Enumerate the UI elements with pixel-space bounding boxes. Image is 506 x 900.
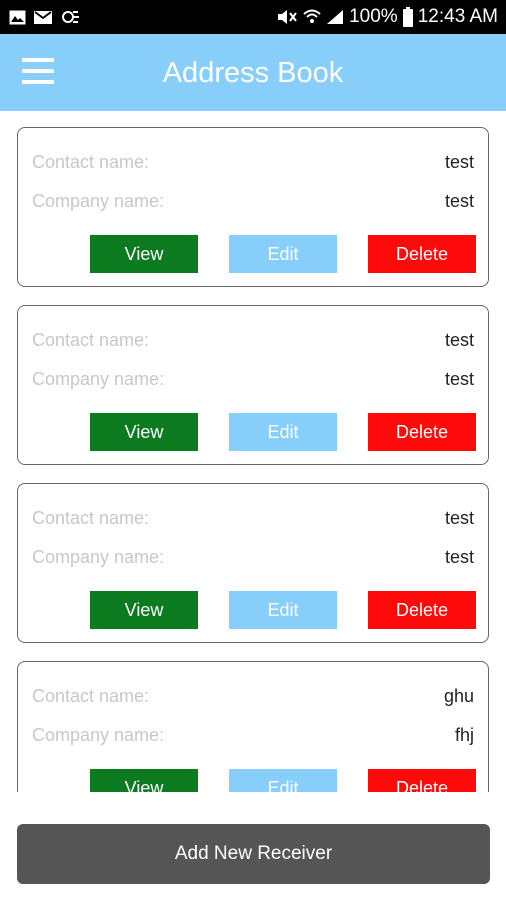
contact-card: Contact name: test Company name: test Vi…	[17, 483, 489, 643]
notification-icons	[9, 8, 80, 26]
signal-icon	[326, 9, 344, 25]
view-button[interactable]: View	[90, 235, 198, 273]
contact-name-value: ghu	[443, 686, 474, 706]
edit-button[interactable]: Edit	[229, 591, 337, 629]
sync-notification-icon	[60, 9, 80, 25]
view-button[interactable]: View	[90, 769, 198, 792]
company-name-row: Company name: fhj	[32, 723, 474, 747]
battery-icon	[402, 7, 413, 27]
delete-button[interactable]: Delete	[368, 769, 476, 792]
contact-card: Contact name: test Company name: test Vi…	[17, 305, 489, 465]
company-name-value: test	[444, 547, 474, 567]
contact-name-row: Contact name: test	[32, 328, 474, 352]
delete-button[interactable]: Delete	[368, 591, 476, 629]
contact-name-label: Contact name:	[32, 686, 150, 706]
clock: 12:43 AM	[417, 6, 498, 27]
contact-name-value: test	[444, 330, 474, 350]
mail-notification-icon	[34, 10, 52, 25]
contact-name-row: Contact name: ghu	[32, 684, 474, 708]
edit-button[interactable]: Edit	[229, 235, 337, 273]
contact-name-row: Contact name: test	[32, 506, 474, 530]
mute-icon	[276, 8, 298, 26]
company-name-row: Company name: test	[32, 545, 474, 569]
company-name-label: Company name:	[32, 725, 165, 745]
add-new-receiver-button[interactable]: Add New Receiver	[17, 824, 490, 884]
delete-button[interactable]: Delete	[368, 413, 476, 451]
page-title: Address Book	[162, 57, 344, 89]
delete-button[interactable]: Delete	[368, 235, 476, 273]
contact-name-value: test	[444, 508, 474, 528]
company-name-row: Company name: test	[32, 367, 474, 391]
view-button[interactable]: View	[90, 591, 198, 629]
view-button[interactable]: View	[90, 413, 198, 451]
contact-name-value: test	[444, 152, 474, 172]
contact-list[interactable]: Contact name: test Company name: test Vi…	[0, 111, 506, 792]
app-bar: Address Book	[0, 34, 506, 111]
company-name-row: Company name: test	[32, 189, 474, 213]
company-name-label: Company name:	[32, 369, 165, 389]
company-name-value: test	[444, 369, 474, 389]
image-notification-icon	[9, 10, 26, 25]
contact-name-label: Contact name:	[32, 508, 150, 528]
edit-button[interactable]: Edit	[229, 769, 337, 792]
contact-name-label: Contact name:	[32, 152, 150, 172]
company-name-value: test	[444, 191, 474, 211]
contact-card: Contact name: test Company name: test Vi…	[17, 127, 489, 287]
company-name-label: Company name:	[32, 191, 165, 211]
contact-name-label: Contact name:	[32, 330, 150, 350]
status-bar: 100% 12:43 AM	[0, 0, 506, 34]
contact-name-row: Contact name: test	[32, 150, 474, 174]
company-name-value: fhj	[454, 725, 474, 745]
company-name-label: Company name:	[32, 547, 165, 567]
edit-button[interactable]: Edit	[229, 413, 337, 451]
contact-card: Contact name: ghu Company name: fhj View…	[17, 661, 489, 792]
battery-level: 100%	[349, 6, 398, 27]
wifi-icon	[303, 9, 321, 25]
system-status: 100% 12:43 AM	[276, 6, 498, 28]
